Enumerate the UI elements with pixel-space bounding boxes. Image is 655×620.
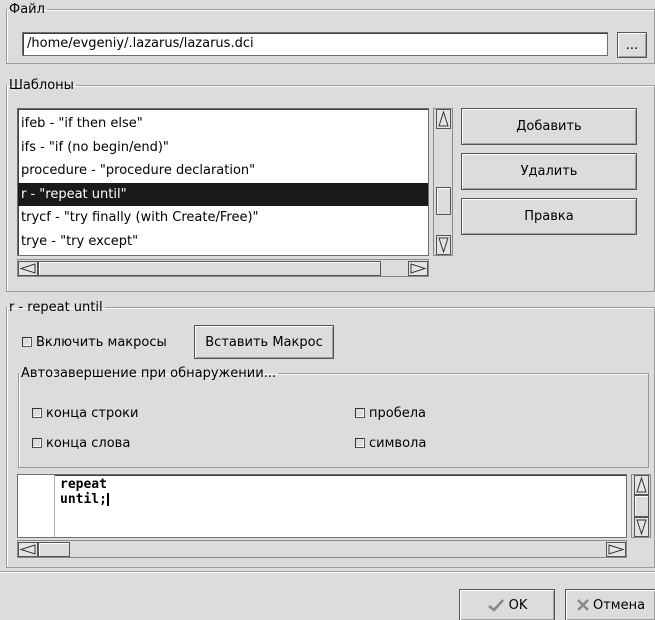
- add-template-button[interactable]: Добавить: [461, 108, 637, 145]
- word-end-checkbox[interactable]: конца слова: [32, 435, 130, 451]
- symbol-checkbox[interactable]: символа: [355, 435, 426, 451]
- line-end-label: конца строки: [46, 405, 139, 421]
- symbol-label: символа: [369, 435, 427, 451]
- scroll-left-icon[interactable]: [18, 261, 38, 276]
- editor-gutter: [18, 475, 55, 537]
- editor-vscroll-thumb[interactable]: [634, 495, 649, 517]
- checkbox-icon: [32, 438, 42, 448]
- scroll-down-icon[interactable]: [436, 235, 451, 255]
- templates-hscroll-thumb[interactable]: [38, 261, 381, 276]
- word-end-label: конца слова: [46, 435, 131, 451]
- scroll-left-icon[interactable]: [18, 542, 38, 557]
- insert-macro-button[interactable]: Вставить Макрос: [194, 325, 334, 359]
- templates-vscroll-thumb[interactable]: [436, 187, 451, 215]
- template-list-item[interactable]: trye - "try except": [18, 230, 428, 254]
- scroll-up-icon[interactable]: [436, 109, 451, 129]
- footer-separator: [0, 571, 655, 573]
- enable-macros-label: Включить макросы: [36, 334, 167, 350]
- space-label: пробела: [369, 405, 426, 421]
- templates-list[interactable]: ifeb - "if then else" ifs - "if (no begin…: [17, 108, 429, 256]
- editor-hscroll-thumb[interactable]: [38, 542, 70, 557]
- scroll-up-icon[interactable]: [634, 475, 649, 495]
- template-list-item[interactable]: ifs - "if (no begin/end)": [18, 136, 428, 160]
- ok-label: OK: [508, 597, 528, 613]
- templates-hscrollbar[interactable]: [17, 259, 429, 277]
- checkbox-icon: [355, 408, 365, 418]
- template-list-item[interactable]: r - "repeat until": [18, 182, 428, 206]
- file-path-input[interactable]: /home/evgeniy/.lazarus/lazarus.dci: [22, 32, 608, 56]
- autocomplete-legend: Автозавершение при обнаружении...: [21, 366, 277, 381]
- file-path-value: /home/evgeniy/.lazarus/lazarus.dci: [27, 36, 254, 51]
- template-list-item[interactable]: ifeb - "if then else": [18, 112, 428, 136]
- edit-template-button[interactable]: Правка: [461, 198, 637, 235]
- ok-button[interactable]: OK: [459, 589, 555, 620]
- code-text: repeat until;: [60, 477, 109, 507]
- template-list-item[interactable]: trycf - "try finally (with Create/Free)": [18, 206, 428, 230]
- file-group-legend: Файл: [9, 2, 45, 17]
- editor-vscrollbar[interactable]: [631, 474, 651, 538]
- scroll-down-icon[interactable]: [634, 517, 649, 537]
- delete-template-button[interactable]: Удалить: [461, 153, 637, 190]
- checkbox-icon: [355, 438, 365, 448]
- template-list-item[interactable]: procedure - "procedure declaration": [18, 159, 428, 183]
- scroll-right-icon[interactable]: [606, 542, 626, 557]
- cancel-button[interactable]: Отмена: [565, 589, 655, 620]
- scroll-right-icon[interactable]: [408, 261, 428, 276]
- enable-macros-checkbox[interactable]: Включить макросы: [22, 334, 167, 350]
- code-line-cursor: until;: [60, 492, 109, 507]
- editor-hscrollbar[interactable]: [17, 540, 627, 558]
- cancel-label: Отмена: [592, 597, 646, 613]
- space-checkbox[interactable]: пробела: [355, 405, 426, 421]
- check-icon: [487, 599, 504, 612]
- code-line: repeat: [60, 477, 107, 492]
- code-editor[interactable]: repeat until;: [17, 474, 627, 538]
- editor-group-legend: r - repeat until: [9, 300, 103, 315]
- checkbox-icon: [22, 337, 32, 347]
- close-icon: [577, 599, 589, 611]
- templates-vscrollbar[interactable]: [433, 108, 453, 256]
- line-end-checkbox[interactable]: конца строки: [32, 405, 138, 421]
- checkbox-icon: [32, 408, 42, 418]
- text-cursor: [106, 493, 109, 506]
- browse-button[interactable]: ...: [617, 32, 647, 58]
- templates-group-legend: Шаблоны: [9, 78, 74, 93]
